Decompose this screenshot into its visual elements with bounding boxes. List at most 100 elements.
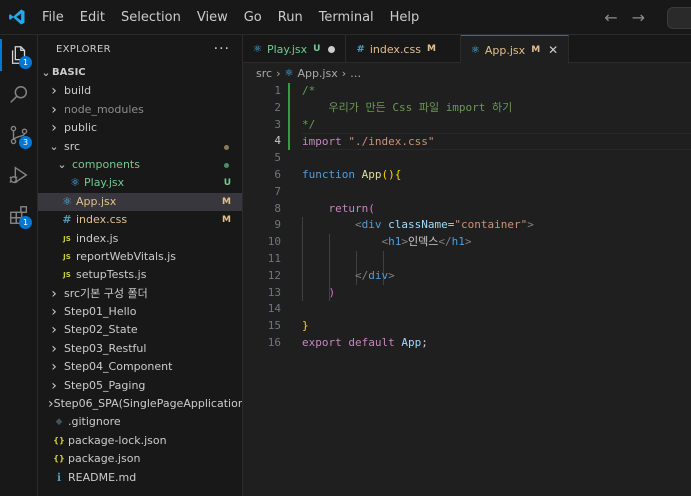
code-line[interactable] [302,251,691,268]
back-arrow-icon[interactable]: ← [604,8,617,27]
breadcrumb-file[interactable]: App.jsx [297,67,337,80]
line-number: 16 [267,335,281,349]
project-root[interactable]: ⌄ BASIC [38,64,242,82]
code-token: App [361,167,382,181]
tree-item-label: reportWebVitals.js [76,249,177,263]
tree-item-label: Step03_Restful [64,341,147,355]
tree-folder-item[interactable]: › Step03_Restful [38,340,242,358]
tree-file-item[interactable]: ⚛ Play.jsx U [38,174,242,192]
code-line[interactable]: 우리가 만든 Css 파일 import 하기 [302,100,691,117]
unsaved-dot-icon[interactable] [328,45,336,53]
code-area[interactable]: /* 우리가 만든 Css 파일 import 하기 */ import "./in… [302,83,691,352]
tree-folder-item[interactable]: › Step06_SPA(SinglePageApplication) [38,395,242,413]
tree-folder-item[interactable]: ⌄ components [38,156,242,174]
explorer-header: EXPLORER ··· [38,35,242,63]
vscode-logo-icon [0,0,34,35]
menu-help[interactable]: Help [382,0,428,35]
tree-file-item[interactable]: ⚛ App.jsx M [38,192,242,212]
menu-terminal[interactable]: Terminal [311,0,382,35]
tree-item-label: package-lock.json [68,433,167,447]
code-line[interactable]: ) [302,285,691,302]
code-token: className [388,218,448,232]
source-control-badge: 3 [19,136,32,149]
project-name: BASIC [52,67,86,78]
code-token: "container" [454,218,528,232]
source-control-icon[interactable]: 3 [0,115,38,155]
chevron-right-icon: › [276,66,281,80]
tree-file-item[interactable]: JS index.js [38,230,242,248]
tree-folder-item[interactable]: › node_modules [38,101,242,119]
tree-folder-item[interactable]: › Step04_Component [38,358,242,376]
code-line[interactable]: return( [302,201,691,218]
tree-file-item[interactable]: {} package-lock.json [38,432,242,450]
close-icon[interactable]: ✕ [548,43,558,57]
code-line[interactable] [302,184,691,201]
tab-play-jsx[interactable]: ⚛ Play.jsx U [243,35,347,63]
tree-file-item[interactable]: {} package.json [38,450,242,468]
code-line[interactable] [302,301,691,318]
chevron-right-icon: › [51,377,57,394]
git-added-gutter-indicator [288,83,290,150]
chevron-down-icon: ⌄ [49,139,59,153]
code-line[interactable]: import "./index.css" [302,133,691,151]
tree-folder-item[interactable]: › Step02_State [38,321,242,339]
tab-app-jsx[interactable]: ⚛ App.jsx M ✕ [460,35,570,64]
tree-file-item[interactable]: # index.css M [38,211,242,229]
menu-go[interactable]: Go [236,0,270,35]
tree-item-label: Step04_Component [64,360,173,374]
tab-index-css[interactable]: # index.css M [346,35,461,63]
explorer-icon[interactable]: 1 [0,35,38,75]
menu-file[interactable]: File [34,0,72,35]
code-token: > [401,235,408,249]
extensions-icon[interactable]: 1 [0,195,38,235]
code-line[interactable]: function App(){ [302,167,691,184]
code-token: > [527,218,534,232]
tree-item-label: public [64,121,98,135]
menu-edit[interactable]: Edit [72,0,113,35]
code-line[interactable]: } [302,318,691,335]
line-number: 15 [267,319,281,333]
tree-item-label: App.jsx [76,194,117,208]
tree-folder-item[interactable]: › Step01_Hello [38,303,242,321]
tree-folder-item[interactable]: › src기본 구성 폴더 [38,285,242,303]
code-editor[interactable]: 1 2 3 4 5 6 7 8 9 10 11 12 13 14 15 16 /* 우리가 만든 Css 파일… [243,83,691,496]
menu-run[interactable]: Run [270,0,311,35]
code-line[interactable]: <h1>인덱스</h1> [302,234,691,251]
breadcrumb-symbol[interactable]: … [350,67,361,80]
code-line[interactable]: /* [302,83,691,100]
code-line[interactable]: export default App; [302,335,691,352]
search-icon[interactable] [0,75,38,115]
line-number: 6 [274,167,281,181]
code-line[interactable]: </div> [302,268,691,285]
code-token: } [302,319,309,333]
line-number: 8 [274,201,281,215]
tree-folder-item[interactable]: › public [38,119,242,137]
tree-folder-item[interactable]: › Step05_Paging [38,377,242,395]
tree-file-item[interactable]: JS reportWebVitals.js [38,248,242,266]
tree-file-item[interactable]: JS setupTests.js [38,266,242,284]
tree-folder-item[interactable]: › build [38,82,242,100]
chevron-down-icon: ⌄ [41,66,51,79]
tree-file-item[interactable]: ℹ README.md [38,469,242,487]
code-token: ; [421,335,428,349]
code-token: /* [302,84,316,97]
more-actions-icon[interactable]: ··· [214,41,230,57]
git-status-badge: U [313,44,321,54]
tree-item-label: package.json [68,452,141,466]
line-number: 1 [274,84,281,97]
tree-file-item[interactable]: ◆ .gitignore [38,413,242,431]
breadcrumb-folder[interactable]: src [256,67,272,80]
git-status-badge: M [426,44,436,54]
code-line[interactable]: */ [302,117,691,134]
file-tree: ⌄ BASIC › build › node_modules › public ⌄ src ⌄ com… [38,64,242,487]
tree-folder-item[interactable]: ⌄ src [38,138,242,156]
code-line[interactable]: <div className="container"> [302,217,691,234]
run-debug-icon[interactable] [0,155,38,195]
menu-view[interactable]: View [189,0,236,35]
menu-selection[interactable]: Selection [113,0,189,35]
forward-arrow-icon[interactable]: → [632,8,645,27]
code-line[interactable] [302,150,691,167]
command-center[interactable] [667,7,691,29]
